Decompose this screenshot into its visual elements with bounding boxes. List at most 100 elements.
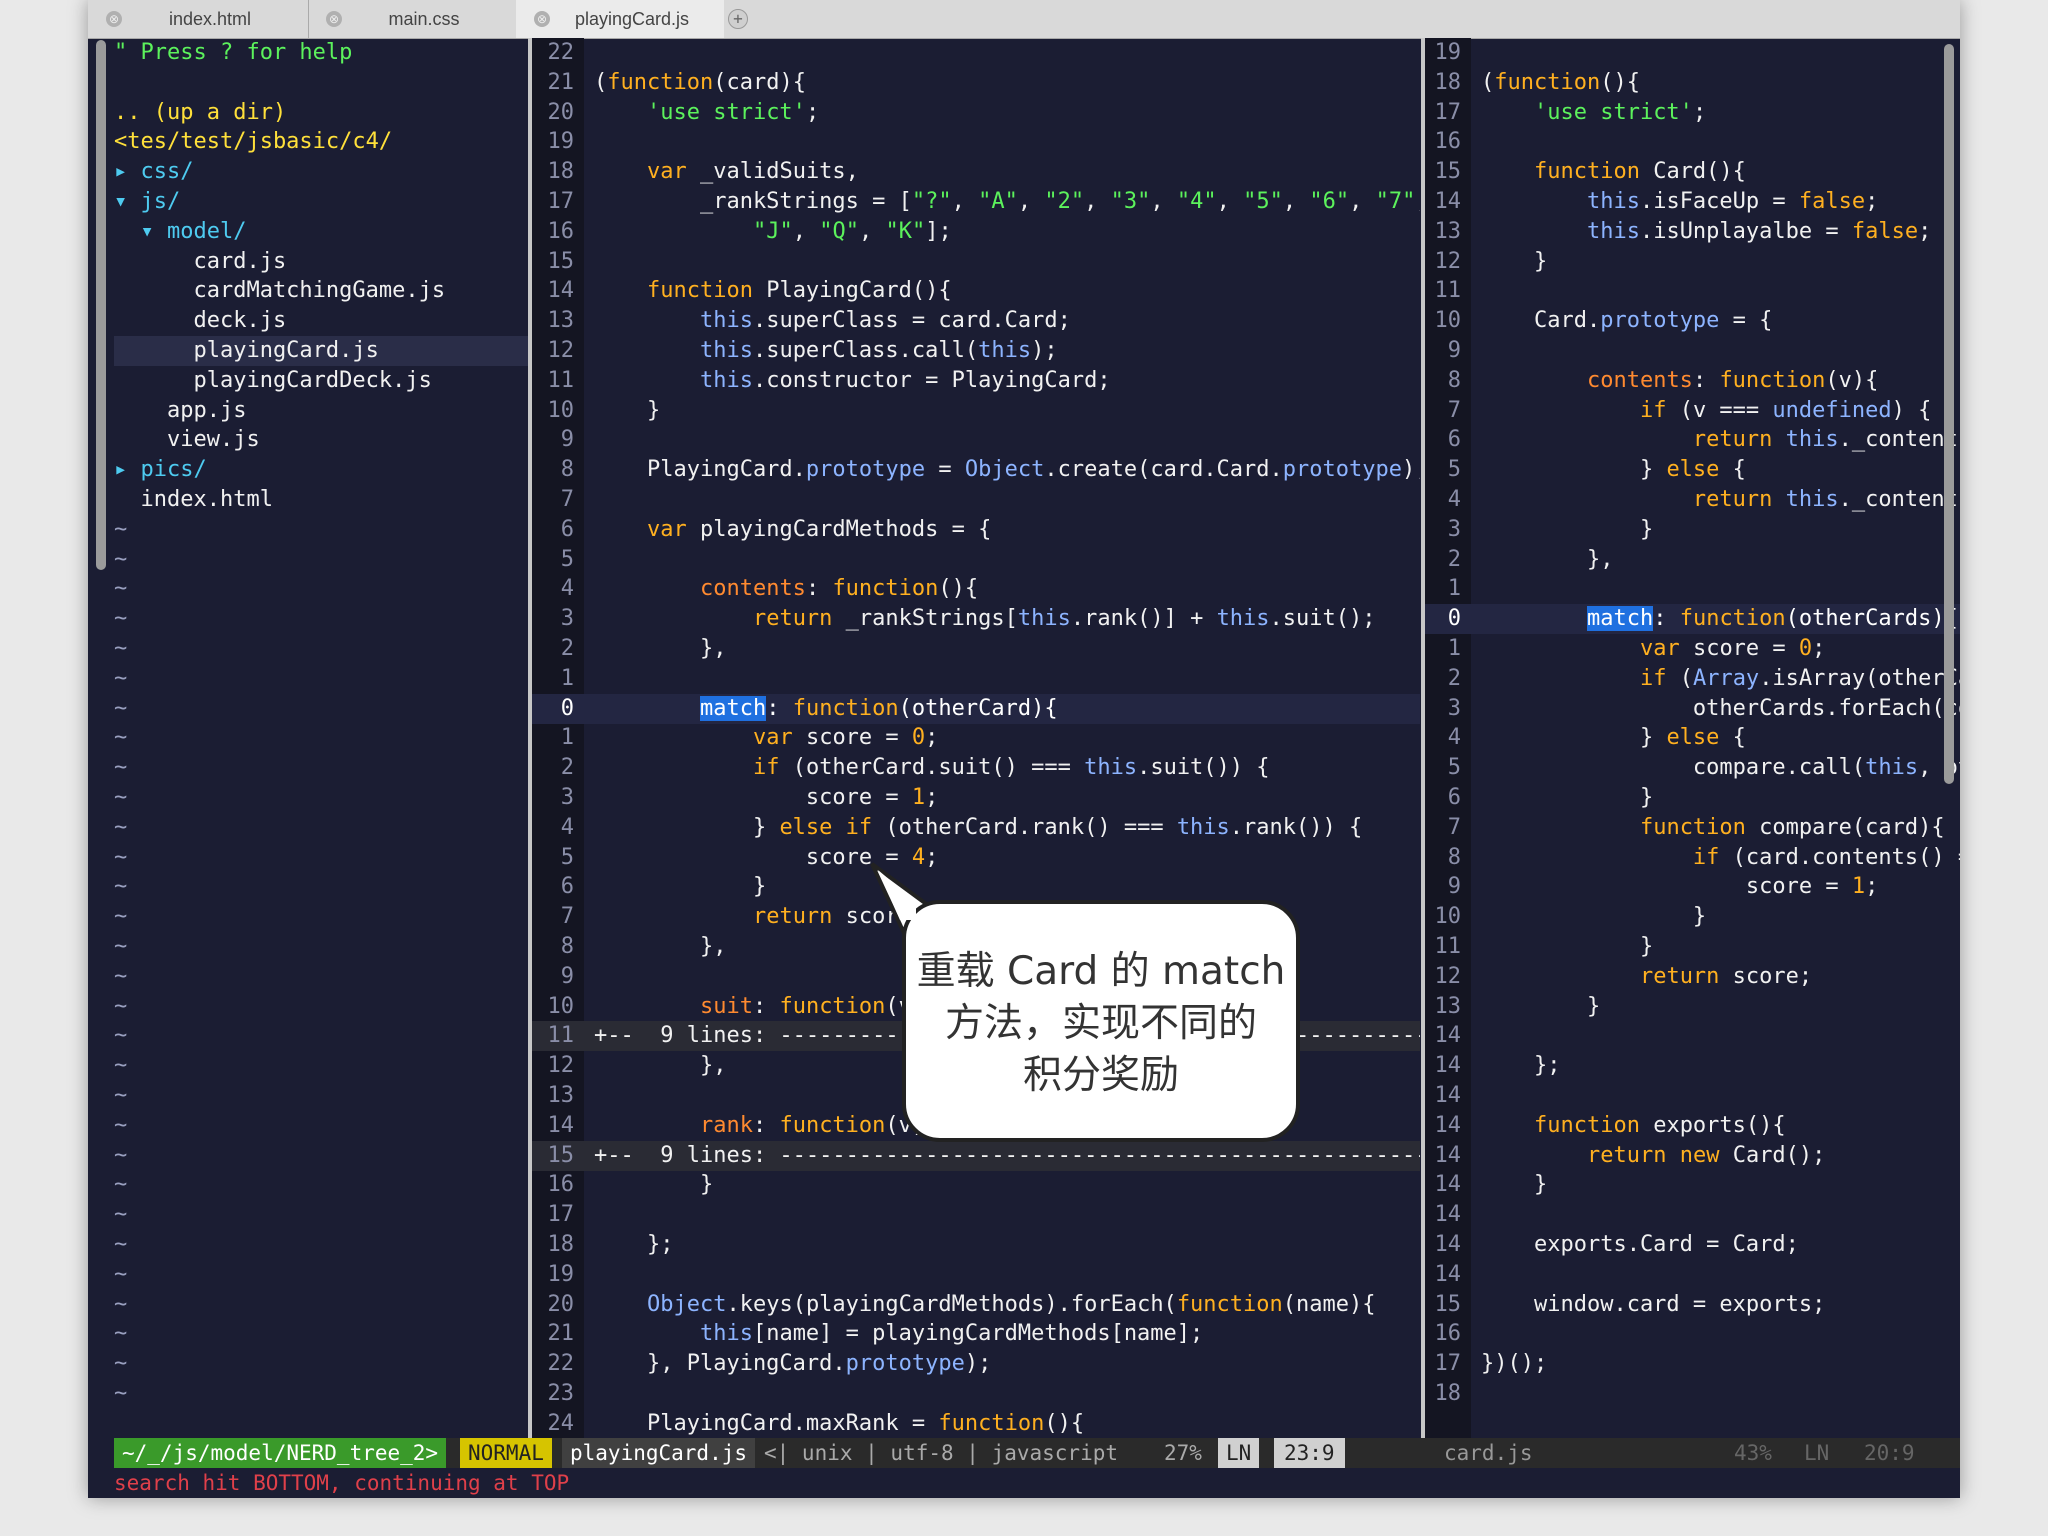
code-line[interactable]: 3 otherCards.forEach(compare, [1425, 694, 1960, 724]
code-line[interactable]: 16 [1425, 1319, 1960, 1349]
code-line[interactable]: 3 score = 1; [532, 783, 1420, 813]
code-line[interactable]: 2 }, [532, 634, 1420, 664]
code-line[interactable]: 6 return this._contents; [1425, 425, 1960, 455]
code-line[interactable]: 3 return _rankStrings[this.rank()] + thi… [532, 604, 1420, 634]
code-line[interactable]: 21 this[name] = playingCardMethods[name]… [532, 1319, 1420, 1349]
tree-node[interactable]: deck.js [114, 306, 528, 336]
code-line[interactable]: 1 var score = 0; [532, 723, 1420, 753]
code-line[interactable]: 7 [532, 485, 1420, 515]
code-line[interactable]: 2 if (Array.isArray(otherCards)) [1425, 664, 1960, 694]
code-line[interactable]: 19 [1425, 38, 1960, 68]
code-line[interactable]: 22 }, PlayingCard.prototype); [532, 1349, 1420, 1379]
code-line[interactable]: 13 this.superClass = card.Card; [532, 306, 1420, 336]
code-line[interactable]: 17 [532, 1200, 1420, 1230]
code-line[interactable]: 15 function Card(){ [1425, 157, 1960, 187]
code-line[interactable]: 4 return this._contents = v; [1425, 485, 1960, 515]
code-pane-playingcard[interactable]: 22 21 (function(card){20 'use strict'; 19 18… [532, 38, 1420, 1438]
code-line[interactable]: 20 'use strict'; [532, 98, 1420, 128]
code-line[interactable]: 14 [1425, 1200, 1960, 1230]
code-line[interactable]: 4 } else if (otherCard.rank() === this.r… [532, 813, 1420, 843]
code-line[interactable]: 4 } else { [1425, 723, 1960, 753]
code-line[interactable]: 22 [532, 38, 1420, 68]
code-line[interactable]: 12 return score; [1425, 962, 1960, 992]
tree-node[interactable]: card.js [114, 247, 528, 277]
code-line[interactable]: 1 var score = 0; [1425, 634, 1960, 664]
code-line[interactable]: 15 +-- 9 lines: -------------------------… [532, 1140, 1420, 1171]
tab-main-css[interactable]: ⊗ main.css [308, 0, 517, 38]
nerdtree-pane[interactable]: " Press ? for help .. (up a dir) <tes/test… [114, 38, 528, 1438]
code-line[interactable]: 12 } [1425, 247, 1960, 277]
tree-node[interactable]: app.js [114, 396, 528, 426]
scrollbar-tree[interactable] [96, 40, 106, 570]
tree-node[interactable]: view.js [114, 425, 528, 455]
tree-node[interactable]: ▾ js/ [114, 187, 528, 217]
code-line[interactable]: 14 [1425, 1021, 1960, 1051]
code-line[interactable]: 10 } [1425, 902, 1960, 932]
code-line[interactable]: 19 [532, 127, 1420, 157]
code-line[interactable]: 9 score = 1; [1425, 872, 1960, 902]
code-line[interactable]: 24 PlayingCard.maxRank = function(){ [532, 1409, 1420, 1438]
tab-playingcard-js[interactable]: ⊗ playingCard.js [516, 0, 724, 38]
code-pane-card[interactable]: 19 18 (function(){17 'use strict'; 16 15 fun… [1425, 38, 1960, 1438]
tree-node[interactable]: playingCard.js [114, 336, 528, 366]
code-line[interactable]: 5 score = 4; [532, 843, 1420, 873]
code-line[interactable]: 14 [1425, 1260, 1960, 1290]
code-line[interactable]: 14 return new Card(); [1425, 1141, 1960, 1171]
code-line[interactable]: 8 contents: function(v){ [1425, 366, 1960, 396]
code-line[interactable]: 0 match: function(otherCard){ [532, 693, 1420, 724]
code-line[interactable]: 11 } [1425, 932, 1960, 962]
code-line[interactable]: 11 this.constructor = PlayingCard; [532, 366, 1420, 396]
code-line[interactable]: 14 } [1425, 1170, 1960, 1200]
code-line[interactable]: 18 }; [532, 1230, 1420, 1260]
tree-node[interactable]: index.html [114, 485, 528, 515]
code-line[interactable]: 17})(); [1425, 1349, 1960, 1379]
code-line[interactable]: 20 Object.keys(playingCardMethods).forEa… [532, 1290, 1420, 1320]
code-line[interactable]: 11 [1425, 276, 1960, 306]
scrollbar-right[interactable] [1944, 44, 1954, 784]
code-line[interactable]: 5 [532, 545, 1420, 575]
code-line[interactable]: 9 [532, 425, 1420, 455]
code-line[interactable]: 5 } else { [1425, 455, 1960, 485]
tree-node[interactable]: ▾ model/ [114, 217, 528, 247]
tree-node[interactable]: " Press ? for help [114, 38, 528, 68]
tree-node[interactable]: ▸ pics/ [114, 455, 528, 485]
code-line[interactable]: 14 function exports(){ [1425, 1111, 1960, 1141]
code-line[interactable]: 10 Card.prototype = { [1425, 306, 1960, 336]
code-line[interactable]: 6 } [1425, 783, 1960, 813]
tree-node[interactable]: <tes/test/jsbasic/c4/ [114, 127, 528, 157]
code-line[interactable]: 14 exports.Card = Card; [1425, 1230, 1960, 1260]
code-line[interactable]: 3 } [1425, 515, 1960, 545]
code-line[interactable]: 5 compare.call(this, otherCar [1425, 753, 1960, 783]
code-line[interactable]: 8 if (card.contents() === thi [1425, 843, 1960, 873]
code-line[interactable]: 0 match: function(otherCards){ [1425, 604, 1960, 635]
tab-close-icon[interactable]: ⊗ [326, 11, 342, 27]
tab-close-icon[interactable]: ⊗ [534, 11, 550, 27]
tree-node[interactable]: .. (up a dir) [114, 98, 528, 128]
tree-node[interactable]: ▸ css/ [114, 157, 528, 187]
code-line[interactable]: 18 var _validSuits, [532, 157, 1420, 187]
code-line[interactable]: 18 [1425, 1379, 1960, 1409]
tree-node[interactable]: cardMatchingGame.js [114, 276, 528, 306]
code-line[interactable]: 14 this.isFaceUp = false; [1425, 187, 1960, 217]
code-line[interactable]: 8 PlayingCard.prototype = Object.create(… [532, 455, 1420, 485]
code-line[interactable]: 10 } [532, 396, 1420, 426]
code-line[interactable]: 14 }; [1425, 1051, 1960, 1081]
code-line[interactable]: 19 [532, 1260, 1420, 1290]
code-line[interactable]: 17 'use strict'; [1425, 98, 1960, 128]
code-line[interactable]: 7 if (v === undefined) { [1425, 396, 1960, 426]
code-line[interactable]: 16 } [532, 1170, 1420, 1200]
code-line[interactable]: 15 [532, 247, 1420, 277]
code-line[interactable]: 16 "J", "Q", "K"]; [532, 217, 1420, 247]
tab-index-html[interactable]: ⊗ index.html [88, 0, 309, 38]
new-tab-icon[interactable]: + [728, 9, 748, 29]
code-line[interactable]: 15 window.card = exports; [1425, 1290, 1960, 1320]
tree-node[interactable] [114, 68, 528, 98]
code-line[interactable]: 12 this.superClass.call(this); [532, 336, 1420, 366]
code-line[interactable]: 17 _rankStrings = ["?", "A", "2", "3", "… [532, 187, 1421, 217]
tab-close-icon[interactable]: ⊗ [106, 11, 122, 27]
code-line[interactable]: 14 [1425, 1081, 1960, 1111]
code-line[interactable]: 2 }, [1425, 545, 1960, 575]
code-line[interactable]: 13 } [1425, 992, 1960, 1022]
code-line[interactable]: 21 (function(card){ [532, 68, 1420, 98]
code-line[interactable]: 23 [532, 1379, 1420, 1409]
